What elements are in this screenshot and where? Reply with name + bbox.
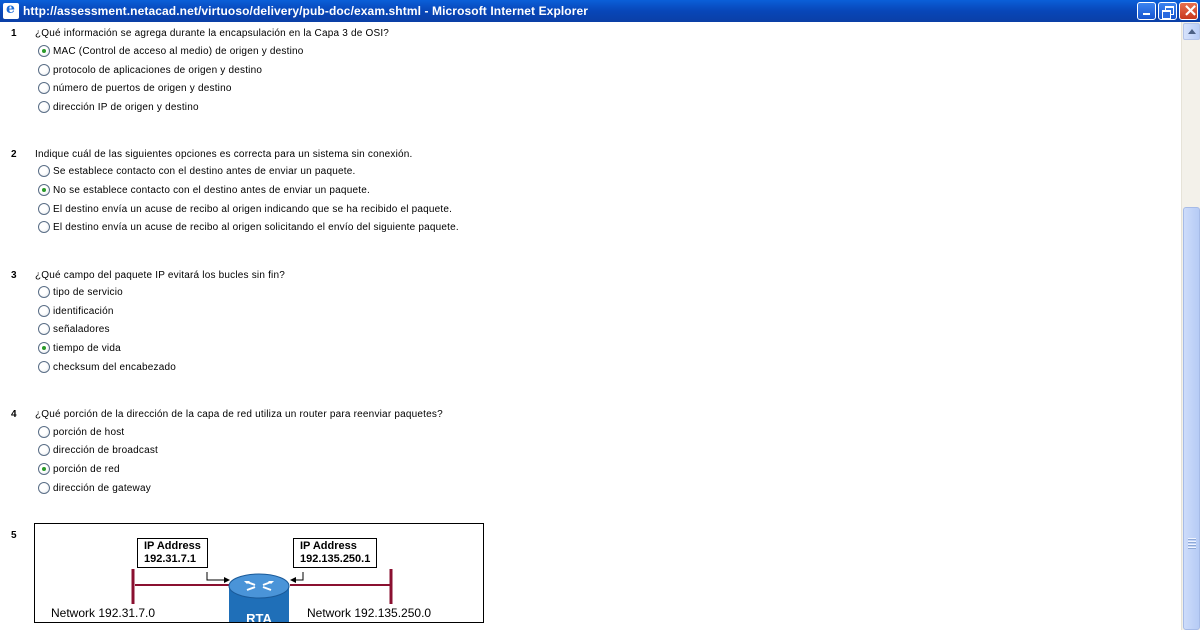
answer-option[interactable]: tiempo de vida	[38, 341, 121, 355]
left-ip-value: 192.31.7.1	[144, 553, 196, 565]
option-label: tipo de servicio	[53, 286, 123, 298]
left-ip-title: IP Address	[144, 540, 201, 552]
vertical-scrollbar[interactable]	[1181, 22, 1200, 630]
answer-option[interactable]: identificación	[38, 304, 114, 318]
radio-button[interactable]	[38, 323, 50, 335]
left-pointer-head	[224, 577, 230, 583]
grip-line	[1188, 541, 1196, 542]
radio-button[interactable]	[38, 305, 50, 317]
radio-button[interactable]	[38, 463, 50, 475]
option-label: dirección IP de origen y destino	[53, 101, 199, 113]
option-label: dirección de gateway	[53, 482, 151, 494]
answer-option[interactable]: dirección de broadcast	[38, 443, 158, 457]
answer-option[interactable]: número de puertos de origen y destino	[38, 81, 232, 95]
router-label: RTA	[246, 611, 272, 623]
question-text: ¿Qué información se agrega durante la en…	[35, 28, 390, 39]
question-number: 3	[11, 270, 17, 281]
radio-button[interactable]	[38, 444, 50, 456]
right-ip-title: IP Address	[300, 540, 357, 552]
minimize-button[interactable]	[1137, 2, 1156, 20]
answer-option[interactable]: tipo de servicio	[38, 285, 123, 299]
radio-button[interactable]	[38, 203, 50, 215]
answer-option[interactable]: checksum del encabezado	[38, 360, 176, 374]
option-label: número de puertos de origen y destino	[53, 82, 232, 94]
answer-option[interactable]: Se establece contacto con el destino ant…	[38, 164, 355, 178]
radio-button[interactable]	[38, 286, 50, 298]
grip-line	[1188, 544, 1196, 545]
option-label: Se establece contacto con el destino ant…	[53, 165, 356, 177]
radio-button[interactable]	[38, 342, 50, 354]
answer-option[interactable]: porción de host	[38, 425, 124, 439]
window-title: http://assessment.netacad.net/virtuoso/d…	[23, 4, 589, 18]
question-number: 5	[11, 530, 17, 541]
answer-option[interactable]: No se establece contacto con el destino …	[38, 183, 370, 197]
answer-option[interactable]: dirección de gateway	[38, 481, 151, 495]
question-text: Indique cuál de las siguientes opciones …	[35, 149, 413, 160]
radio-button[interactable]	[38, 82, 50, 94]
option-label: señaladores	[53, 323, 110, 335]
answer-option[interactable]: El destino envía un acuse de recibo al o…	[38, 202, 452, 216]
restore-button[interactable]	[1158, 2, 1177, 20]
left-ip-box: IP Address 192.31.7.1	[137, 538, 208, 568]
answer-option[interactable]: protocolo de aplicaciones de origen y de…	[38, 63, 262, 77]
option-label: No se establece contacto con el destino …	[53, 184, 370, 196]
option-label: El destino envía un acuse de recibo al o…	[53, 203, 453, 215]
option-label: porción de red	[53, 463, 120, 475]
radio-button[interactable]	[38, 101, 50, 113]
radio-button[interactable]	[38, 165, 50, 177]
option-label: identificación	[53, 305, 114, 317]
answer-option[interactable]: dirección IP de origen y destino	[38, 100, 199, 114]
answer-option[interactable]: señaladores	[38, 322, 110, 336]
grip-line	[1188, 547, 1196, 548]
radio-button[interactable]	[38, 64, 50, 76]
ie-icon[interactable]	[3, 1, 19, 19]
grip-line	[1188, 538, 1196, 539]
answer-option[interactable]: porción de red	[38, 462, 120, 476]
right-pointer-head	[290, 577, 296, 583]
question-number: 4	[11, 409, 17, 420]
radio-button[interactable]	[38, 184, 50, 196]
scroll-thumb[interactable]	[1183, 207, 1200, 630]
answer-option[interactable]: MAC (Control de acceso al medio) de orig…	[38, 44, 304, 58]
window-controls	[1137, 0, 1198, 21]
option-label: porción de host	[53, 426, 125, 438]
option-label: checksum del encabezado	[53, 361, 177, 373]
answer-option[interactable]: El destino envía un acuse de recibo al o…	[38, 220, 459, 234]
option-label: dirección de broadcast	[53, 444, 159, 456]
radio-button[interactable]	[38, 45, 50, 57]
question-text: ¿Qué campo del paquete IP evitará los bu…	[35, 270, 285, 281]
option-label: El destino envía un acuse de recibo al o…	[53, 221, 459, 233]
right-ip-box: IP Address 192.135.250.1	[293, 538, 378, 568]
network-diagram: RTA IP Address 192.31.7.1 IP Address 192…	[34, 523, 484, 623]
title-bar: http://assessment.netacad.net/virtuoso/d…	[0, 0, 1200, 22]
right-network-label: Network 192.135.250.0	[307, 606, 432, 620]
question-text: ¿Qué porción de la dirección de la capa …	[35, 409, 443, 420]
question-number: 1	[11, 28, 17, 39]
option-label: tiempo de vida	[53, 342, 121, 354]
option-label: MAC (Control de acceso al medio) de orig…	[53, 45, 304, 57]
left-network-label: Network 192.31.7.0	[51, 606, 156, 620]
question-number: 2	[11, 149, 17, 160]
radio-button[interactable]	[38, 426, 50, 438]
option-label: protocolo de aplicaciones de origen y de…	[53, 64, 263, 76]
radio-button[interactable]	[38, 482, 50, 494]
right-ip-value: 192.135.250.1	[300, 553, 371, 565]
close-button[interactable]	[1179, 0, 1198, 21]
radio-button[interactable]	[38, 361, 50, 373]
scroll-up-button[interactable]	[1183, 23, 1200, 40]
radio-button[interactable]	[38, 221, 50, 233]
